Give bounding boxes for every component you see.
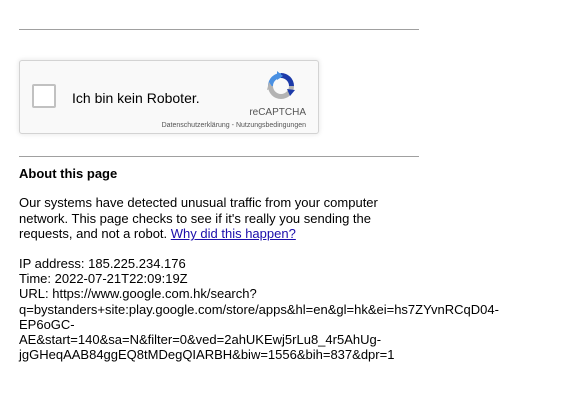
terms-link[interactable]: Nutzungsbedingungen bbox=[236, 122, 306, 129]
ip-address-line: IP address: 185.225.234.176 bbox=[19, 256, 186, 271]
time-line: Time: 2022-07-21T22:09:19Z bbox=[19, 271, 188, 287]
url-line: URL: https://www.google.com.hk/search? bbox=[19, 286, 257, 302]
request-info: IP address: 185.225.234.176 Time: 2022-0… bbox=[19, 256, 559, 362]
recaptcha-checkbox-label: Ich bin kein Roboter. bbox=[72, 90, 200, 106]
middle-divider bbox=[19, 156, 419, 157]
recaptcha-checkbox[interactable] bbox=[32, 84, 56, 108]
top-divider bbox=[19, 29, 419, 30]
about-paragraph: Our systems have detected unusual traffi… bbox=[19, 195, 399, 242]
why-did-this-happen-link[interactable]: Why did this happen? bbox=[171, 226, 296, 241]
recaptcha-logo-icon bbox=[265, 70, 297, 102]
url-line: jgGHeqAAB84ggEQ8tMDegQIARBH&biw=1556&bih… bbox=[19, 347, 395, 363]
recaptcha-links: Datenschutzerklärung - Nutzungsbedingung… bbox=[162, 122, 306, 130]
url-line: AE&start=140&sa=N&filter=0&ved=2ahUKEwj5… bbox=[19, 332, 382, 348]
url-line: EP6oGC- bbox=[19, 316, 75, 332]
recaptcha-widget: Ich bin kein Roboter. reCAPTCHA Datensch… bbox=[19, 60, 319, 134]
recaptcha-brand: reCAPTCHA bbox=[249, 107, 306, 118]
url-line: q=bystanders+site:play.google.com/store/… bbox=[19, 301, 499, 317]
about-heading: About this page bbox=[19, 166, 118, 181]
privacy-link[interactable]: Datenschutzerklärung bbox=[162, 122, 230, 129]
